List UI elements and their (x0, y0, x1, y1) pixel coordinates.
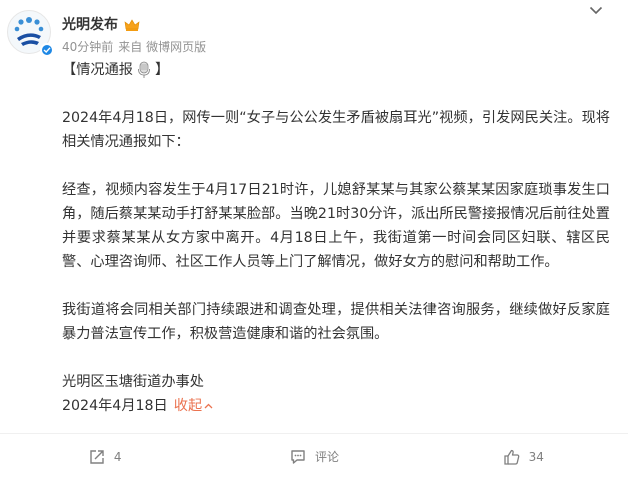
microphone-emoji-icon (136, 61, 152, 79)
repost-count: 4 (113, 449, 122, 464)
post-source: 来自 微博网页版 (118, 40, 207, 54)
author-name[interactable]: 光明发布 (62, 14, 118, 34)
collapse-button[interactable]: 收起 (174, 394, 213, 418)
post-date: 2024年4月18日 (62, 398, 168, 414)
more-chevron-icon[interactable] (586, 3, 606, 17)
like-button[interactable]: 34 (419, 434, 628, 479)
repost-icon (90, 449, 104, 464)
chevron-up-icon (204, 403, 213, 409)
action-bar: 4 评论 34 (0, 434, 628, 479)
like-count: 34 (528, 449, 544, 464)
post-title: 【情况通报 】 (62, 61, 170, 79)
crown-badge-icon[interactable] (124, 17, 140, 31)
post-content: 【情况通报 】 2024年4月18日，网传一则“女子与公公发生矛盾被扇耳光”视频… (62, 58, 610, 418)
paragraph: 2024年4月18日，网传一则“女子与公公发生矛盾被扇耳光”视频，引发网民关注。… (62, 110, 610, 150)
signature: 光明区玉塘街道办事处 (62, 374, 204, 390)
like-icon (504, 449, 520, 465)
comment-label: 评论 (314, 450, 339, 464)
post-time[interactable]: 40分钟前 (62, 38, 113, 55)
comment-button[interactable]: 评论 (209, 434, 418, 479)
comment-icon (291, 449, 305, 464)
avatar[interactable] (7, 10, 54, 57)
paragraph: 我街道将会同相关部门持续跟进和调查处理，提供相关法律咨询服务，继续做好反家庭暴力… (62, 302, 610, 342)
paragraph: 经查，视频内容发生于4月17日21时许，儿媳舒某某与其家公蔡某某因家庭琐事发生口… (62, 182, 610, 270)
repost-button[interactable]: 4 (0, 434, 209, 479)
verified-icon (40, 43, 54, 57)
